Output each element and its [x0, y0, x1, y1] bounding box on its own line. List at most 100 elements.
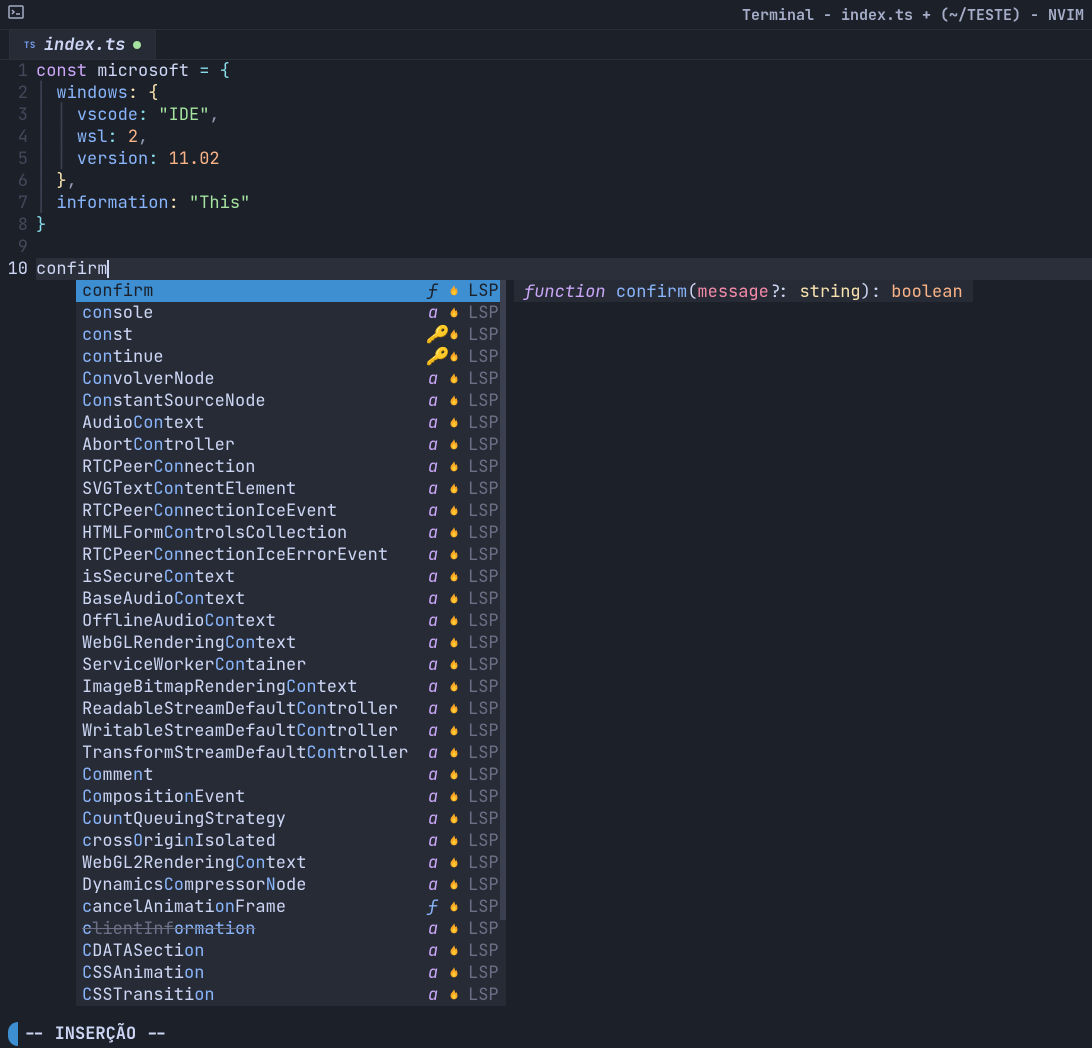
completion-item[interactable]: ReadableStreamDefaultController α LSP	[76, 698, 506, 720]
completion-item[interactable]: ConstantSourceNodeαLSP	[76, 390, 506, 412]
completion-source: LSP	[468, 500, 500, 522]
completion-source: LSP	[468, 302, 500, 324]
window-title: Terminal - index.ts + (~/TESTE) - NVIM	[742, 5, 1084, 25]
completion-item[interactable]: AbortControllerαLSP	[76, 434, 506, 456]
code-line[interactable]: }	[36, 214, 1092, 236]
completion-item-label: ServiceWorkerContainer	[82, 654, 420, 676]
completion-item-label: cancelAnimationFrame	[82, 896, 420, 918]
completion-scrollbar[interactable]	[500, 280, 506, 1006]
line-number: 2	[0, 82, 28, 104]
signature-help: function confirm(message?: string): bool…	[514, 280, 973, 302]
tab-index-ts[interactable]: TS index.ts	[10, 30, 156, 59]
code-line[interactable]: │ },	[36, 170, 1092, 192]
completion-item[interactable]: isSecureContextαLSP	[76, 566, 506, 588]
completion-item[interactable]: ConvolverNodeαLSP	[76, 368, 506, 390]
line-number: 1	[0, 60, 28, 82]
completion-item[interactable]: AudioContextαLSP	[76, 412, 506, 434]
completion-item[interactable]: RTCPeerConnectionαLSP	[76, 456, 506, 478]
completion-kind-icon: α	[426, 412, 440, 434]
completion-item-label: SVGTextContentElement	[82, 478, 420, 500]
source-flame-icon	[446, 855, 462, 871]
completion-item[interactable]: CSSAnimationαLSP	[76, 962, 506, 984]
completion-item[interactable]: CommentαLSP	[76, 764, 506, 786]
completion-kind-icon: ƒ	[426, 896, 440, 918]
completion-item[interactable]: DynamicsCompressorNodeαLSP	[76, 874, 506, 896]
source-flame-icon	[446, 701, 462, 717]
completion-item[interactable]: BaseAudioContextαLSP	[76, 588, 506, 610]
code-line[interactable]: │ │ version: 11.02	[36, 148, 1092, 170]
completion-item[interactable]: RTCPeerConnectionIceErrorEventαLSP	[76, 544, 506, 566]
completion-item[interactable]: WritableStreamDefaultControllerαLSP	[76, 720, 506, 742]
completion-item[interactable]: SVGTextContentElementαLSP	[76, 478, 506, 500]
completion-item[interactable]: confirmƒLSP	[76, 280, 506, 302]
completion-kind-icon: α	[426, 676, 440, 698]
code-area[interactable]: const microsoft = {│ windows: {│ │ vscod…	[36, 60, 1092, 1020]
completion-kind-icon: α	[426, 610, 440, 632]
completion-kind-icon: α	[426, 434, 440, 456]
completion-item-label: ReadableStreamDefaultController	[82, 698, 420, 720]
completion-item[interactable]: const🔑LSP	[76, 324, 506, 346]
completion-item[interactable]: CountQueuingStrategyαLSP	[76, 808, 506, 830]
source-flame-icon	[446, 635, 462, 651]
completion-item[interactable]: OfflineAudioContextαLSP	[76, 610, 506, 632]
completion-item[interactable]: HTMLFormControlsCollectionαLSP	[76, 522, 506, 544]
line-number: 8	[0, 214, 28, 236]
completion-item[interactable]: WebGLRenderingContextαLSP	[76, 632, 506, 654]
scrollbar-thumb[interactable]	[500, 280, 506, 920]
editor[interactable]: 12345678910 const microsoft = {│ windows…	[0, 60, 1092, 1020]
completion-source: LSP	[468, 698, 500, 720]
completion-item[interactable]: continue🔑LSP	[76, 346, 506, 368]
completion-item[interactable]: consoleαLSP	[76, 302, 506, 324]
completion-kind-icon: ƒ	[426, 280, 440, 302]
completion-item-label: WebGLRenderingContext	[82, 632, 420, 654]
completion-item[interactable]: CDATASectionαLSP	[76, 940, 506, 962]
completion-kind-icon: α	[426, 654, 440, 676]
completion-source: LSP	[468, 830, 500, 852]
completion-kind-icon: α	[426, 984, 440, 1006]
completion-popup[interactable]: confirmƒLSPconsoleαLSPconst🔑LSPcontinue🔑…	[76, 280, 506, 1006]
code-line[interactable]: │ │ vscode: "IDE",	[36, 104, 1092, 126]
completion-item[interactable]: WebGL2RenderingContextαLSP	[76, 852, 506, 874]
completion-kind-icon: α	[426, 940, 440, 962]
completion-item-label: WritableStreamDefaultController	[82, 720, 420, 742]
completion-item[interactable]: ServiceWorkerContainerαLSP	[76, 654, 506, 676]
completion-item[interactable]: CompositionEventαLSP	[76, 786, 506, 808]
completion-item[interactable]: RTCPeerConnectionIceEventαLSP	[76, 500, 506, 522]
line-number: 7	[0, 192, 28, 214]
completion-item[interactable]: cancelAnimationFrameƒLSP	[76, 896, 506, 918]
completion-source: LSP	[468, 918, 500, 940]
completion-item[interactable]: TransformStreamDefaultControllerαLSP	[76, 742, 506, 764]
code-line[interactable]: │ │ wsl: 2,	[36, 126, 1092, 148]
source-flame-icon	[446, 525, 462, 541]
completion-item[interactable]: CSSTransitionαLSP	[76, 984, 506, 1006]
code-line[interactable]: confirm	[36, 258, 1092, 280]
completion-item-label: BaseAudioContext	[82, 588, 420, 610]
code-line[interactable]: const microsoft = {	[36, 60, 1092, 82]
completion-kind-icon: α	[426, 632, 440, 654]
completion-item[interactable]: ImageBitmapRenderingContextαLSP	[76, 676, 506, 698]
completion-source: LSP	[468, 390, 500, 412]
source-flame-icon	[446, 833, 462, 849]
completion-kind-icon: α	[426, 786, 440, 808]
completion-item[interactable]: crossOriginIsolatedαLSP	[76, 830, 506, 852]
completion-source: LSP	[468, 940, 500, 962]
completion-item-label: ConstantSourceNode	[82, 390, 420, 412]
completion-item[interactable]: clientInformationαLSP	[76, 918, 506, 940]
completion-kind-icon: α	[426, 698, 440, 720]
modified-dot-icon	[133, 41, 141, 49]
source-flame-icon	[446, 767, 462, 783]
source-flame-icon	[446, 745, 462, 761]
source-flame-icon	[446, 503, 462, 519]
source-flame-icon	[446, 459, 462, 475]
completion-item-label: ImageBitmapRenderingContext	[82, 676, 420, 698]
completion-kind-icon: α	[426, 874, 440, 896]
completion-source: LSP	[468, 544, 500, 566]
line-number: 4	[0, 126, 28, 148]
code-line[interactable]	[36, 236, 1092, 258]
completion-kind-icon: α	[426, 522, 440, 544]
completion-kind-icon: α	[426, 588, 440, 610]
code-line[interactable]: │ information: "This"	[36, 192, 1092, 214]
titlebar: Terminal - index.ts + (~/TESTE) - NVIM	[0, 0, 1092, 30]
code-line[interactable]: │ windows: {	[36, 82, 1092, 104]
source-flame-icon	[446, 877, 462, 893]
